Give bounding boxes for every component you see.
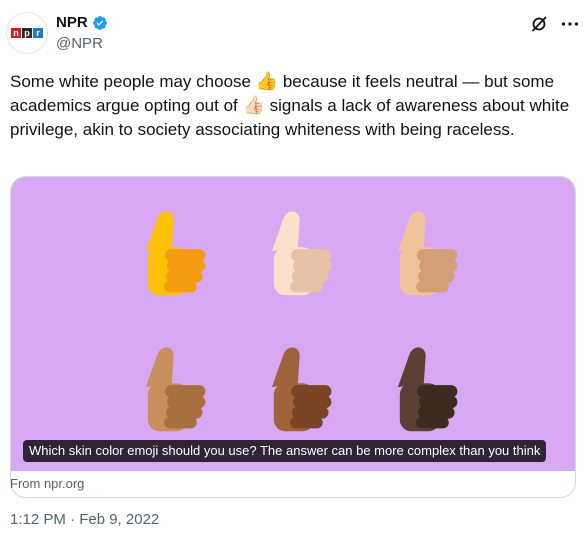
thumbs-up-medium-light-icon (397, 211, 458, 296)
author-display-name[interactable]: NPR (56, 14, 88, 31)
card-caption: Which skin color emoji should you use? T… (23, 440, 547, 462)
card-image: Which skin color emoji should you use? T… (11, 177, 575, 471)
card-source[interactable]: From npr.org (10, 476, 84, 491)
thumbs-up-light-icon (271, 211, 332, 296)
logo-letter-p: p (22, 28, 32, 38)
avatar[interactable]: n p r (6, 12, 48, 54)
thumbs-up-dark-icon (397, 347, 458, 432)
thumbs-up-medium-dark-icon (271, 347, 332, 432)
grok-icon[interactable] (529, 14, 549, 34)
thumbs-up-emoji: 👍 (255, 71, 279, 92)
thumbs-up-medium-icon (145, 347, 206, 432)
tweet-timestamp[interactable]: 1:12 PM · Feb 9, 2022 (10, 511, 159, 528)
logo-letter-r: r (33, 28, 43, 38)
tweet-text: Some white people may choose 👍 because i… (10, 70, 570, 142)
npr-logo: n p r (11, 28, 43, 38)
author-name-row: NPR (56, 14, 108, 31)
thumbs-up-light-emoji: 👍🏻 (242, 95, 265, 116)
logo-letter-n: n (11, 28, 21, 38)
author-handle[interactable]: @NPR (56, 35, 103, 52)
tweet-text-part1: Some white people may choose (10, 72, 256, 91)
link-card[interactable]: Which skin color emoji should you use? T… (10, 176, 576, 498)
verified-badge-icon (92, 15, 107, 30)
more-options-icon[interactable] (560, 14, 580, 34)
thumbs-up-yellow-icon (145, 211, 206, 296)
